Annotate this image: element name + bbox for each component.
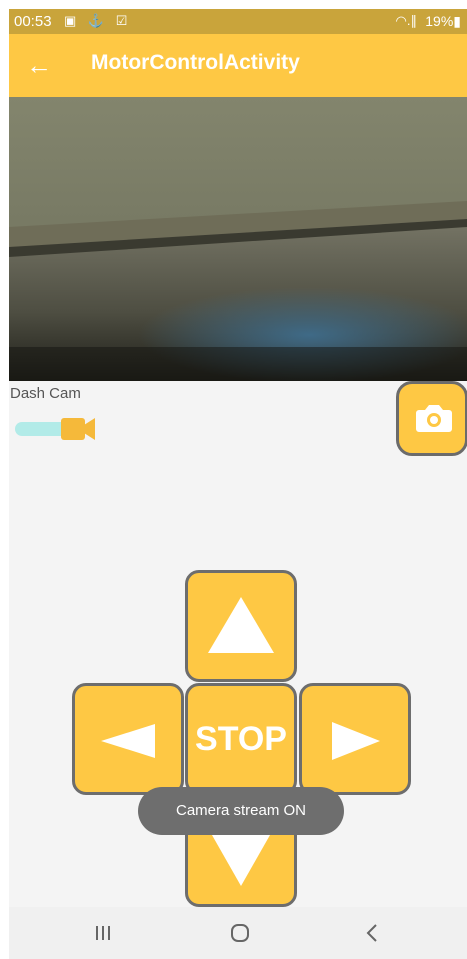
back-icon[interactable] (352, 917, 392, 949)
screen: 00:53 ▣ ⚓ ☑ ◠.∥ 19%▮ ← MotorControlActiv… (9, 9, 467, 959)
page-title: MotorControlActivity (91, 51, 300, 74)
stop-button[interactable]: STOP (185, 683, 297, 795)
back-arrow-icon[interactable]: ← (21, 48, 57, 84)
turn-right-button[interactable] (299, 683, 411, 795)
arrow-up-icon (208, 597, 274, 653)
system-nav-bar (9, 907, 467, 959)
status-time: 00:53 (14, 13, 52, 30)
stop-label: STOP (195, 720, 287, 758)
toast-message: Camera stream ON (138, 787, 344, 835)
status-bar: 00:53 ▣ ⚓ ☑ ◠.∥ 19%▮ (9, 9, 467, 34)
battery-indicator: 19%▮ (425, 13, 461, 29)
take-photo-button[interactable] (396, 381, 467, 456)
turn-left-button[interactable] (72, 683, 184, 795)
camera-icon (416, 405, 452, 432)
arrow-left-icon (101, 724, 155, 758)
notification-icons: ▣ ⚓ ☑ (64, 13, 132, 28)
dash-cam-label: Dash Cam (10, 385, 81, 402)
video-camera-icon (61, 418, 95, 440)
signal-icon: ◠.∥ (395, 13, 417, 28)
app-bar: ← MotorControlActivity (9, 34, 467, 97)
recent-apps-icon[interactable] (83, 917, 123, 949)
arrow-right-icon (332, 722, 380, 760)
camera-preview (9, 97, 467, 381)
dash-cam-toggle[interactable] (13, 414, 95, 442)
home-icon[interactable] (220, 917, 260, 949)
move-forward-button[interactable] (185, 570, 297, 682)
